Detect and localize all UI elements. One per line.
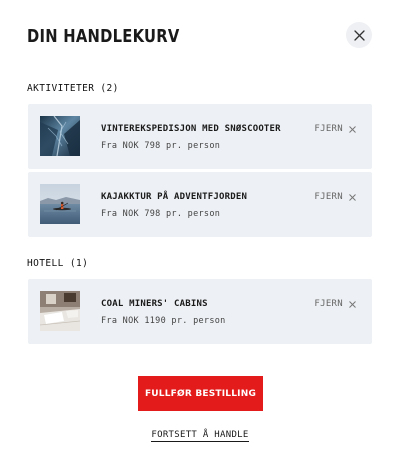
- section-label-activities: AKTIVITETER (2): [27, 83, 119, 94]
- remove-label: FJERN: [314, 192, 343, 202]
- close-icon: [349, 126, 356, 133]
- ice-cave-photo: [40, 116, 80, 156]
- item-price: Fra NOK 1190 pr. person: [101, 316, 226, 326]
- checkout-button[interactable]: FULLFØR BESTILLING: [138, 376, 263, 411]
- hotel-room-photo: [40, 291, 80, 331]
- continue-shopping-link[interactable]: FORTSETT Å HANDLE: [0, 429, 400, 442]
- page-title: DIN HANDLEKURV: [27, 26, 180, 47]
- cart-item-snowmobile: VINTEREKSPEDISJON MED SNØSCOOTER Fra NOK…: [28, 104, 372, 169]
- item-price: Fra NOK 798 pr. person: [101, 141, 221, 151]
- remove-button[interactable]: FJERN: [314, 192, 356, 203]
- cart-item-kayak: KAJAKKTUR PÅ ADVENTFJORDEN Fra NOK 798 p…: [28, 172, 372, 237]
- section-label-hotels: HOTELL (1): [27, 258, 89, 269]
- item-name: VINTEREKSPEDISJON MED SNØSCOOTER: [101, 124, 281, 134]
- cart-header: DIN HANDLEKURV: [27, 22, 372, 52]
- remove-label: FJERN: [314, 299, 343, 309]
- remove-button[interactable]: FJERN: [314, 124, 356, 135]
- kayak-fjord-photo: [40, 184, 80, 224]
- close-button[interactable]: [346, 22, 372, 48]
- close-icon: [349, 194, 356, 201]
- remove-button[interactable]: FJERN: [314, 299, 356, 310]
- item-name: COAL MINERS' CABINS: [101, 299, 208, 309]
- remove-label: FJERN: [314, 124, 343, 134]
- continue-shopping-label: FORTSETT Å HANDLE: [151, 430, 249, 442]
- close-icon: [353, 29, 365, 41]
- cart-item-hotel: COAL MINERS' CABINS Fra NOK 1190 pr. per…: [28, 279, 372, 344]
- close-icon: [349, 301, 356, 308]
- item-name: KAJAKKTUR PÅ ADVENTFJORDEN: [101, 192, 248, 202]
- item-price: Fra NOK 798 pr. person: [101, 209, 221, 219]
